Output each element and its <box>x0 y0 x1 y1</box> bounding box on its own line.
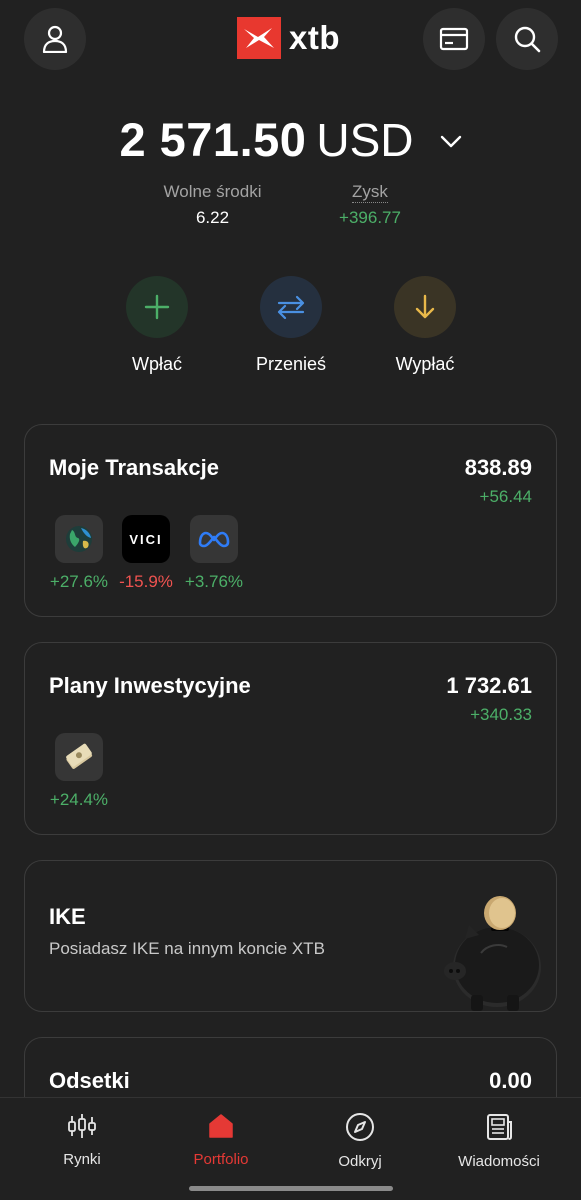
plans-delta: +340.33 <box>470 705 532 724</box>
deposit-action[interactable]: Wpłać <box>97 276 217 375</box>
profit-label: Zysk <box>352 182 388 203</box>
profit-stat[interactable]: Zysk +396.77 <box>320 182 420 228</box>
free-funds-label: Wolne środki <box>163 182 262 201</box>
interest-title: Odsetki <box>49 1068 130 1093</box>
nav-portfolio[interactable]: Portfolio <box>161 1112 281 1168</box>
ike-subtitle: Posiadasz IKE na innym koncie XTB <box>49 939 325 958</box>
asset-pct: -15.9% <box>119 572 173 591</box>
withdraw-button[interactable] <box>394 276 456 338</box>
transfer-action[interactable]: Przenieś <box>231 276 351 375</box>
candlestick-icon <box>68 1114 96 1138</box>
deposit-label: Wpłać <box>131 354 182 374</box>
nav-markets[interactable]: Rynki <box>22 1112 142 1168</box>
nav-discover[interactable]: Odkryj <box>300 1112 420 1170</box>
balance-currency: USD <box>316 113 414 166</box>
asset-pct: +24.4% <box>49 790 109 809</box>
asset-item[interactable]: +24.4% <box>44 733 114 810</box>
transactions-card[interactable]: Moje Transakcje 838.89 +56.44 +27.6% VIC… <box>24 424 557 617</box>
vici-logo: VICI <box>122 515 170 563</box>
card-icon <box>439 27 469 51</box>
withdraw-label: Wypłać <box>395 354 455 374</box>
transactions-title: Moje Transakcje <box>49 455 219 480</box>
deposit-button[interactable] <box>126 276 188 338</box>
transactions-delta: +56.44 <box>479 487 532 506</box>
asset-item[interactable]: VICI -15.9% <box>111 515 181 592</box>
plans-value: 1 732.61 <box>446 673 532 698</box>
money-icon <box>55 733 103 781</box>
home-indicator[interactable] <box>189 1186 393 1191</box>
free-funds-stat: Wolne środki 6.22 <box>150 182 275 228</box>
chevron-down-icon <box>440 135 461 147</box>
asset-pct: +27.6% <box>49 572 109 591</box>
nav-news-label: Wiadomości <box>458 1153 540 1170</box>
balance-selector[interactable]: 2 571.50 USD <box>0 112 581 167</box>
transfer-button[interactable] <box>260 276 322 338</box>
account-button[interactable] <box>24 8 86 70</box>
investment-plans-card[interactable]: Plany Inwestycyjne 1 732.61 +340.33 +24.… <box>24 642 557 835</box>
top-bar: xtb <box>0 0 581 80</box>
withdraw-action[interactable]: Wypłać <box>365 276 485 375</box>
profit-value: +396.77 <box>339 208 401 227</box>
home-icon <box>209 1114 233 1138</box>
logo-text: xtb <box>289 19 340 56</box>
globe-icon <box>55 515 103 563</box>
search-icon <box>514 26 541 53</box>
compass-icon <box>346 1113 374 1141</box>
vici-logo-text: VICI <box>129 531 163 547</box>
asset-pct: +3.76% <box>184 572 244 591</box>
ike-card[interactable]: IKE Posiadasz IKE na innym koncie XTB <box>24 860 557 1012</box>
xtb-logo-mark <box>237 17 281 59</box>
piggy-bank-icon <box>444 896 541 1011</box>
xtb-logo: xtb <box>237 17 340 59</box>
search-button[interactable] <box>496 8 558 70</box>
plus-icon <box>144 294 170 320</box>
nav-markets-label: Rynki <box>63 1151 101 1168</box>
nav-discover-label: Odkryj <box>338 1153 382 1170</box>
nav-news[interactable]: Wiadomości <box>439 1112 559 1170</box>
ike-title: IKE <box>49 904 86 929</box>
card-button[interactable] <box>423 8 485 70</box>
nav-portfolio-label: Portfolio <box>193 1151 249 1168</box>
asset-item[interactable]: +3.76% <box>179 515 249 592</box>
asset-item[interactable]: +27.6% <box>44 515 114 592</box>
transfer-label: Przenieś <box>255 354 327 374</box>
person-icon <box>42 25 68 53</box>
balance-amount: 2 571.50 <box>119 113 307 166</box>
free-funds-value: 6.22 <box>195 208 230 227</box>
news-icon <box>487 1114 512 1140</box>
transactions-value: 838.89 <box>464 455 532 480</box>
arrow-down-icon <box>415 294 435 319</box>
interest-value: 0.00 <box>489 1068 532 1093</box>
plans-title: Plany Inwestycyjne <box>49 673 251 698</box>
meta-logo-icon <box>190 515 238 563</box>
bottom-nav: Rynki Portfolio Odkryj Wiadomości <box>0 1097 581 1200</box>
transfer-icon <box>277 295 305 319</box>
